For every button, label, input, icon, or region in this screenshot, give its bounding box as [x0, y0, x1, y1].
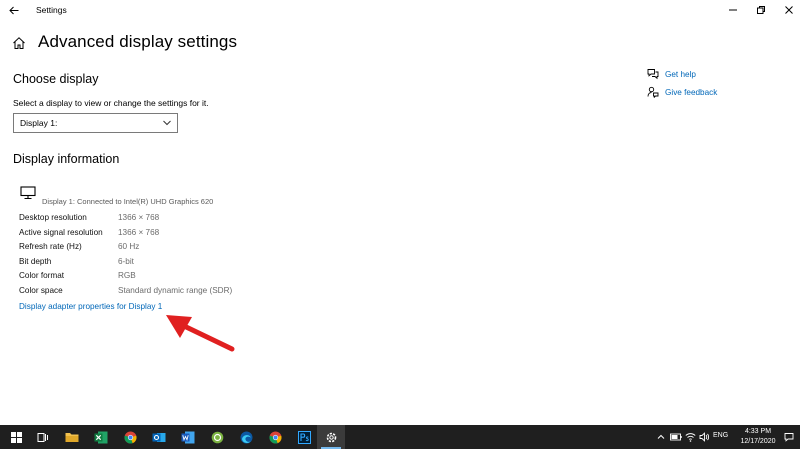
choose-display-helper: Select a display to view or change the s… [13, 98, 209, 108]
title-bar: Settings [0, 0, 800, 20]
display-connection-text: Display 1: Connected to Intel(R) UHD Gra… [42, 197, 214, 206]
taskbar-clock[interactable]: 4:33 PM 12/17/2020 [732, 427, 784, 446]
red-annotation-arrow-icon [166, 315, 235, 352]
taskbar-file-explorer[interactable] [58, 425, 86, 449]
info-value: 60 Hz [118, 242, 140, 252]
chevron-down-icon [163, 120, 171, 126]
arrow-left-icon [9, 6, 19, 14]
info-value: 1366 × 768 [118, 227, 160, 237]
info-label: Active signal resolution [19, 227, 103, 237]
restore-button[interactable] [746, 2, 776, 18]
minimize-button[interactable] [718, 2, 748, 18]
info-label: Color format [19, 271, 65, 281]
choose-display-heading: Choose display [13, 72, 99, 86]
display-select-value: Display 1: [20, 118, 58, 128]
info-label: Bit depth [19, 256, 52, 266]
chevron-up-icon[interactable] [657, 433, 665, 441]
task-view-button[interactable] [29, 425, 57, 449]
info-row-active-signal-resolution: Active signal resolution 1366 × 768 [19, 228, 319, 243]
info-row-color-space: Color space Standard dynamic range (SDR) [19, 286, 319, 301]
taskbar-photoshop[interactable] [290, 425, 318, 449]
info-row-bit-depth: Bit depth 6-bit [19, 257, 319, 272]
clock-time: 4:33 PM [744, 428, 772, 435]
file-explorer-icon [65, 433, 79, 442]
info-label: Refresh rate (Hz) [19, 242, 82, 252]
back-button[interactable] [6, 3, 22, 17]
display-adapter-properties-link[interactable]: Display adapter properties for Display 1 [19, 302, 162, 311]
feedback-icon [647, 86, 659, 98]
taskbar-outlook[interactable] [145, 425, 173, 449]
app-icon [211, 431, 223, 443]
window-title: Settings [36, 5, 67, 15]
clock-date: 12/17/2020 [740, 437, 776, 445]
get-help-link[interactable]: Get help [647, 68, 696, 80]
close-icon [785, 6, 793, 14]
display-info-table: Desktop resolution 1366 × 768 Active sig… [19, 213, 319, 301]
taskbar-edge[interactable] [232, 425, 260, 449]
volume-icon[interactable] [699, 432, 710, 442]
info-row-desktop-resolution: Desktop resolution 1366 × 768 [19, 213, 319, 228]
notification-icon[interactable] [784, 432, 794, 442]
outlook-icon [152, 432, 166, 442]
edge-icon [240, 431, 252, 443]
taskbar-chrome-2[interactable] [261, 425, 289, 449]
windows-start-icon [10, 431, 22, 443]
display-select[interactable]: Display 1: [13, 113, 178, 133]
info-label: Desktop resolution [19, 213, 87, 222]
taskbar-excel[interactable] [87, 425, 115, 449]
taskbar: ENG 4:33 PM 12/17/2020 [0, 425, 800, 449]
info-value: 6-bit [118, 256, 134, 266]
home-icon[interactable] [12, 36, 26, 50]
display-information-heading: Display information [13, 152, 120, 166]
chrome-icon [268, 431, 282, 443]
info-value: 1366 × 768 [118, 213, 160, 222]
get-help-label: Get help [665, 69, 696, 79]
battery-icon[interactable] [670, 433, 682, 441]
taskbar-chrome[interactable] [116, 425, 144, 449]
monitor-icon [20, 186, 36, 200]
word-icon [181, 431, 195, 443]
info-row-color-format: Color format RGB [19, 271, 319, 286]
info-row-refresh-rate: Refresh rate (Hz) 60 Hz [19, 242, 319, 257]
wifi-icon[interactable] [685, 432, 696, 442]
taskbar-settings[interactable] [317, 425, 345, 449]
close-button[interactable] [774, 2, 800, 18]
minimize-icon [729, 9, 737, 11]
give-feedback-label: Give feedback [665, 87, 718, 97]
taskbar-app[interactable] [203, 425, 231, 449]
info-label: Color space [19, 285, 63, 295]
photoshop-icon [297, 430, 311, 444]
start-button[interactable] [2, 425, 30, 449]
taskbar-word[interactable] [174, 425, 202, 449]
language-indicator[interactable]: ENG [713, 432, 728, 439]
settings-gear-icon [326, 432, 336, 442]
excel-icon [94, 431, 108, 443]
info-value: RGB [118, 271, 136, 281]
info-value: Standard dynamic range (SDR) [118, 285, 233, 295]
give-feedback-link[interactable]: Give feedback [647, 86, 717, 98]
help-chat-icon [647, 69, 659, 80]
page-title: Advanced display settings [38, 32, 238, 51]
restore-icon [757, 6, 765, 14]
chrome-icon [123, 431, 137, 443]
task-view-icon [37, 432, 48, 442]
